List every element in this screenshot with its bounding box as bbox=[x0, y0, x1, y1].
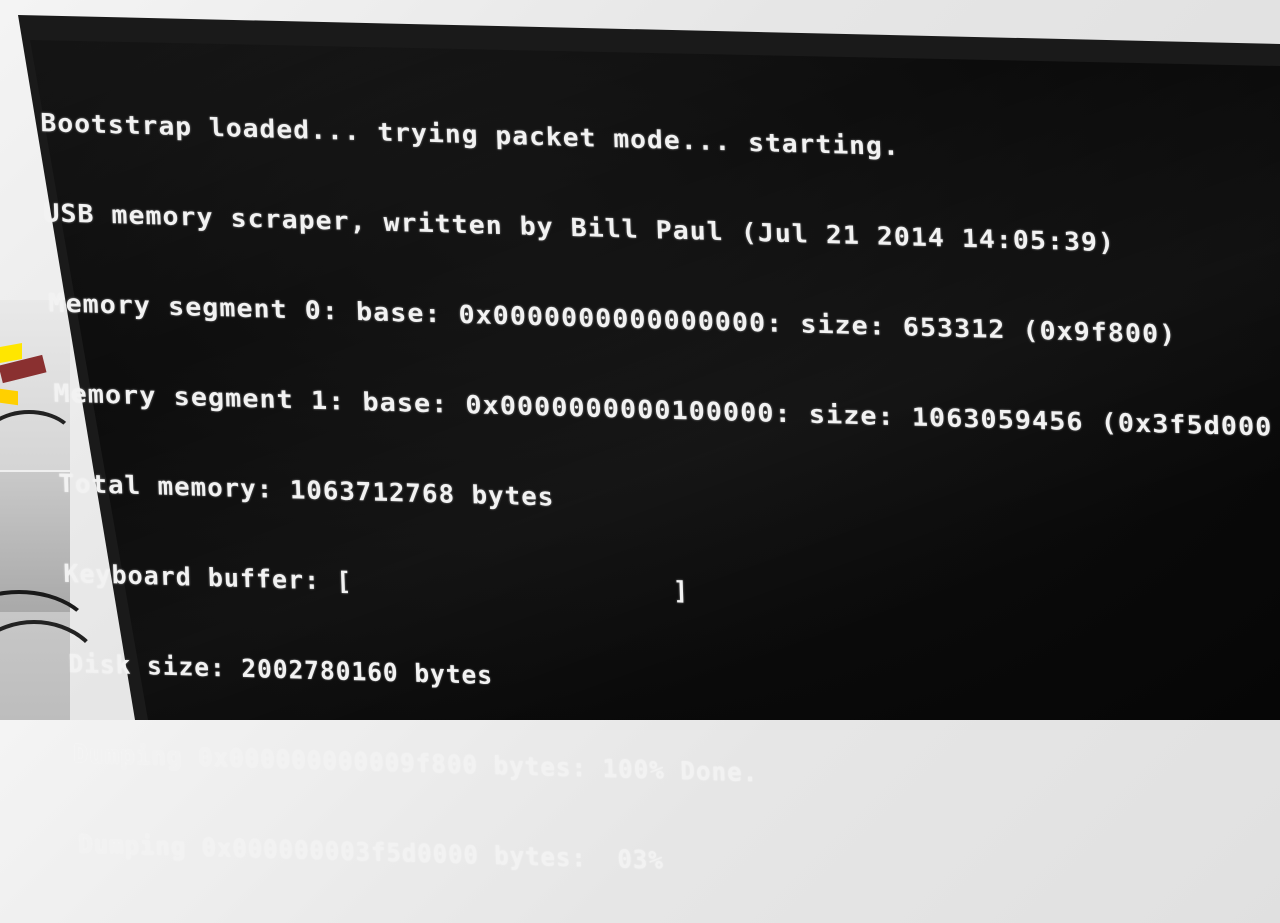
console-line-keyboard-buffer: Keyboard buffer: [ ] bbox=[62, 558, 690, 606]
console-line-total-memory: Total memory: 1063712768 bytes bbox=[57, 468, 555, 512]
console-line-memory-segment-0: Memory segment 0: base: 0x00000000000000… bbox=[47, 288, 1177, 349]
console-line-memory-segment-1: Memory segment 1: base: 0x00000000001000… bbox=[52, 378, 1273, 442]
boot-console: Bootstrap loaded... trying packet mode..… bbox=[38, 48, 1273, 921]
console-line-bootstrap: Bootstrap loaded... trying packet mode..… bbox=[39, 108, 901, 162]
yellow-sticker bbox=[0, 388, 18, 406]
console-line-scraper-banner: USB memory scraper, written by Bill Paul… bbox=[42, 198, 1116, 258]
console-line-dump-1: Dumping 0x000000000009f800 bytes: 100% D… bbox=[72, 739, 759, 788]
console-line-dump-2: Dumping 0x000000003f5d0000 bytes: 03% bbox=[77, 829, 665, 875]
console-line-disk-size: Disk size: 2002780160 bytes bbox=[67, 649, 494, 690]
